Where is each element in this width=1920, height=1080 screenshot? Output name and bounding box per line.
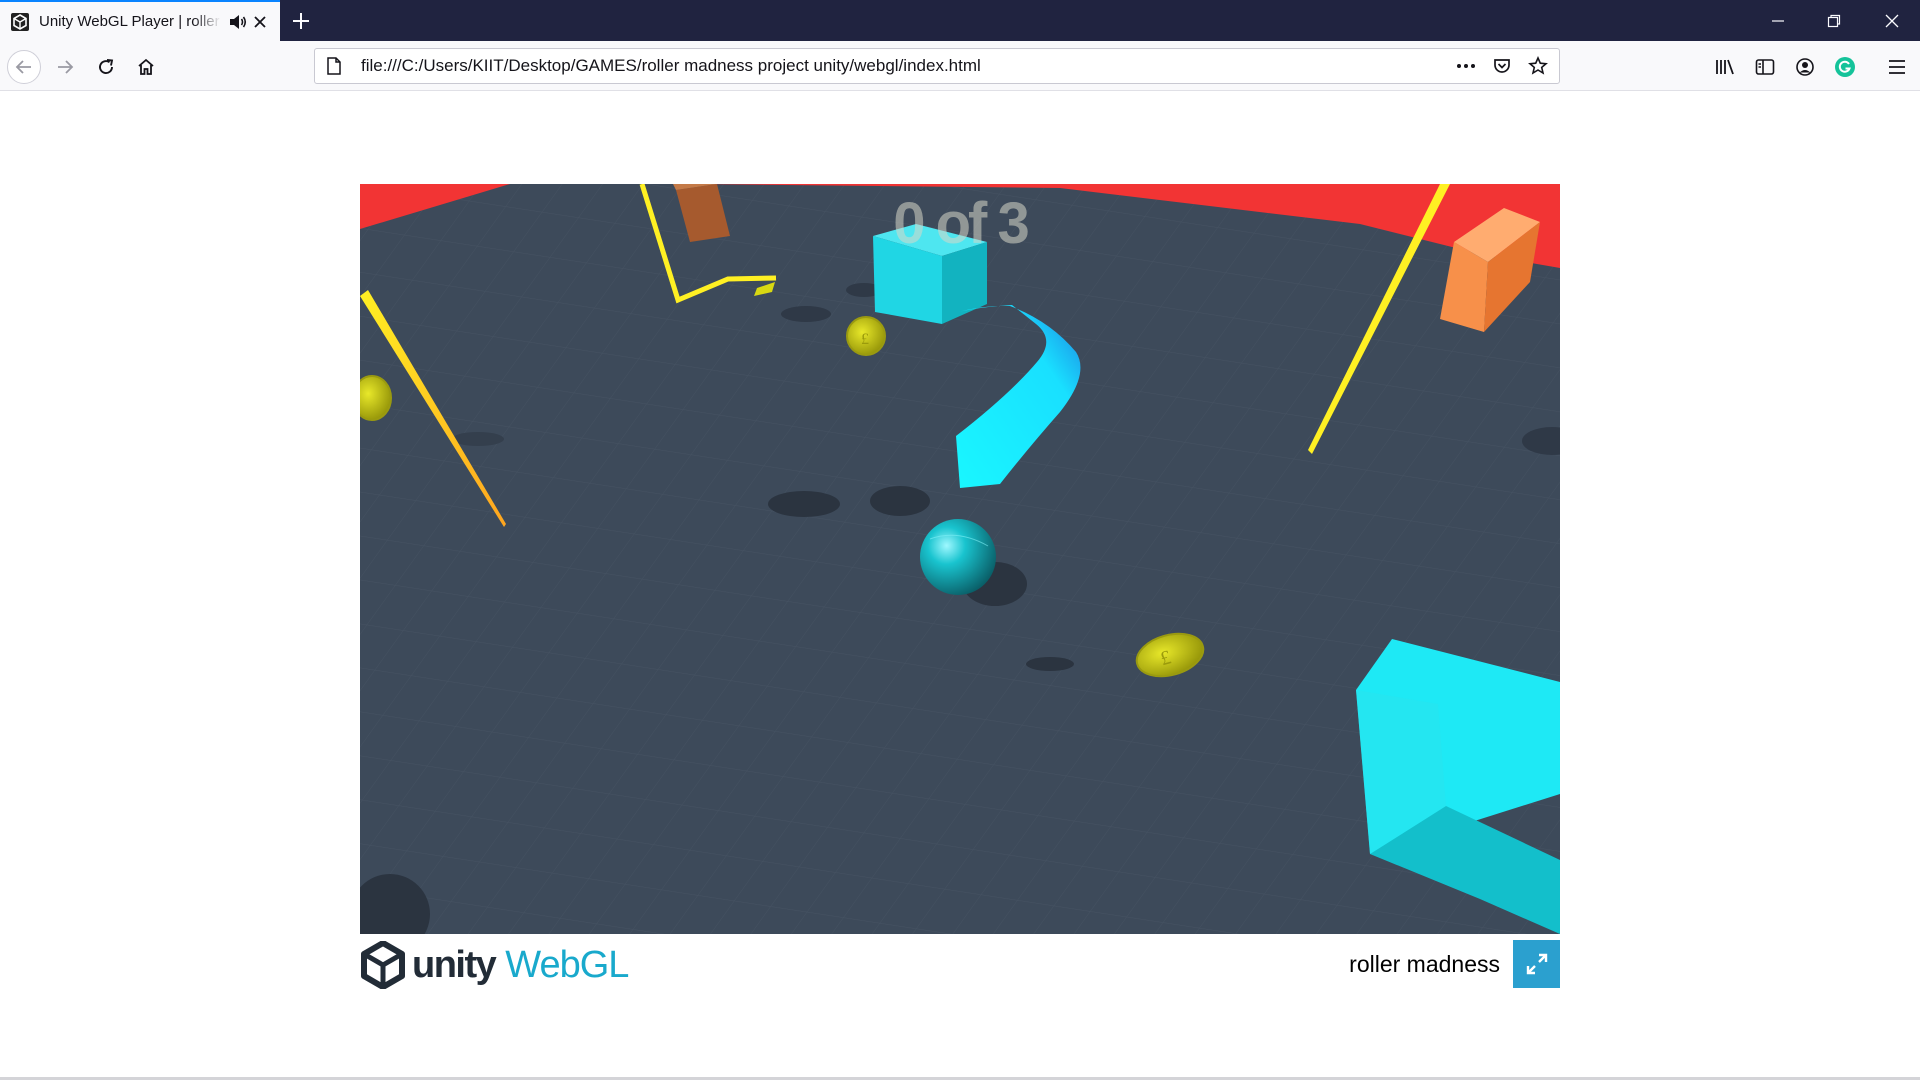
more-icon[interactable] [1451,53,1481,79]
shadow [870,486,930,516]
coin: £ [846,316,886,356]
score-text: 0 of 3 [893,191,1029,256]
home-button[interactable] [129,50,163,84]
shadow [452,432,504,446]
game-canvas[interactable]: £ £ 0 of 3 [360,184,1560,934]
reload-button[interactable] [89,50,123,84]
home-icon [138,58,154,75]
webgl-footer: unity WebGL roller madness [360,938,1560,992]
game-title: roller madness [1349,951,1500,977]
svg-text:£: £ [861,331,869,348]
back-button[interactable] [7,50,41,84]
restore-icon [1827,14,1841,27]
window-close-button[interactable] [1864,0,1920,41]
minimize-icon [1772,19,1784,22]
coin-shadow [1026,657,1074,671]
game-scene: £ £ [360,184,1560,934]
menu-icon [1889,60,1905,74]
library-button[interactable] [1712,54,1738,80]
tab-title: Unity WebGL Player | roller madness [39,13,221,30]
minimize-button[interactable] [1750,0,1806,41]
score-display: 0 of 3 [360,184,1560,257]
close-icon [1885,14,1899,27]
unity-wordmark: unity [412,943,497,986]
url-bar[interactable]: file:///C:/Users/KIIT/Desktop/GAMES/roll… [314,48,1560,84]
browser-tab[interactable]: Unity WebGL Player | roller madness [0,0,280,41]
reload-icon [99,59,114,74]
arrow-left-icon [15,60,31,74]
pocket-icon[interactable] [1487,53,1517,79]
tab-strip: Unity WebGL Player | roller madness [0,0,1920,41]
account-icon [1796,58,1814,76]
webgl-wordmark: WebGL [505,943,629,986]
speaker-icon[interactable] [228,13,248,31]
page-icon [323,55,345,77]
player-ball [920,519,996,595]
sidebar-icon [1755,59,1775,75]
coin [360,375,392,421]
navigation-bar: file:///C:/Users/KIIT/Desktop/GAMES/roll… [0,41,1920,91]
account-button[interactable] [1792,54,1818,80]
fullscreen-icon [1526,953,1547,975]
unity-webgl-logo: unity WebGL [360,940,629,990]
restore-button[interactable] [1806,0,1862,41]
arrow-right-icon [58,60,74,74]
sidebar-button[interactable] [1752,54,1778,80]
bookmark-star-icon[interactable] [1523,53,1553,79]
shadow [768,491,840,517]
fullscreen-button[interactable] [1513,940,1560,988]
shadow [781,306,831,322]
url-text[interactable]: file:///C:/Users/KIIT/Desktop/GAMES/roll… [361,56,981,76]
plus-icon[interactable] [290,10,312,32]
close-tab-icon[interactable] [252,14,268,30]
forward-button[interactable] [48,50,82,84]
unity-icon [11,12,29,31]
menu-button[interactable] [1884,54,1910,80]
library-icon [1716,59,1734,75]
grammarly-button[interactable] [1832,54,1858,80]
unity-logo-icon [361,941,405,989]
grammarly-icon [1835,57,1855,77]
